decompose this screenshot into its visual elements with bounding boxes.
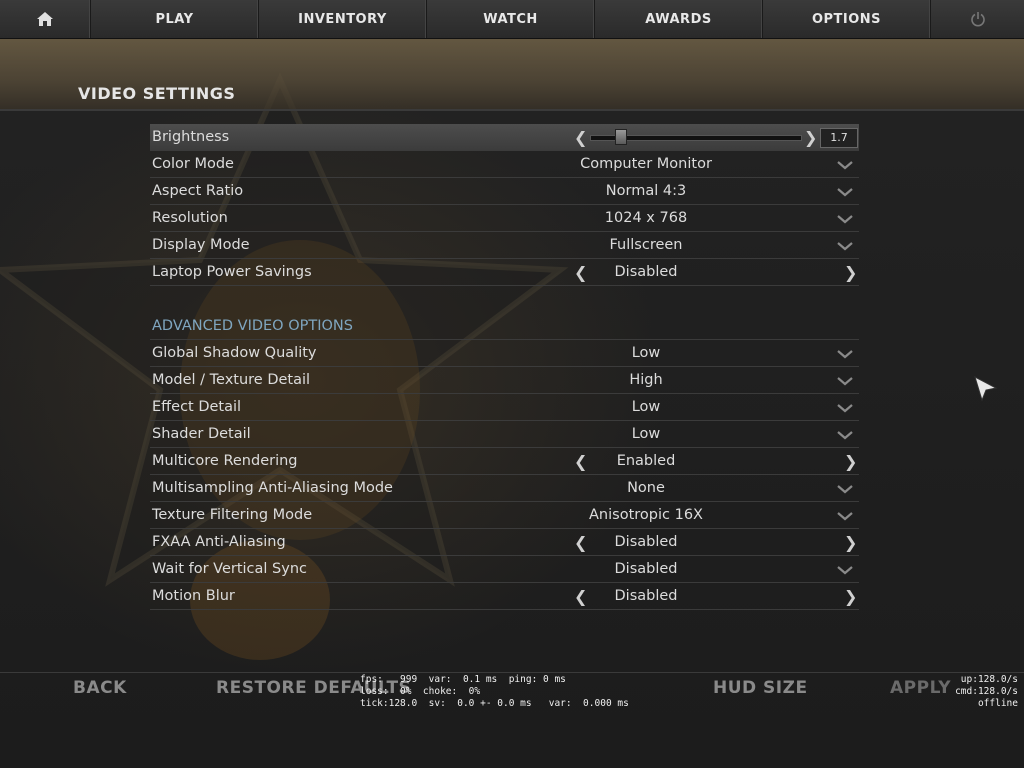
setting-row-brightness[interactable]: Brightness ❮ ❯ 1.7	[150, 124, 859, 151]
setting-row[interactable]: Laptop Power Savings Disabled ❮ ❯	[150, 259, 859, 286]
apply-button[interactable]: APPLY	[890, 678, 951, 698]
power-icon	[970, 12, 985, 27]
setting-value[interactable]: Fullscreen	[500, 237, 792, 253]
setting-label: Motion Blur	[152, 588, 235, 604]
chevron-right-icon[interactable]: ❯	[804, 128, 817, 147]
setting-value[interactable]: 1024 x 768	[500, 210, 792, 226]
setting-row[interactable]: Texture Filtering Mode Anisotropic 16X	[150, 502, 859, 529]
chevron-left-icon[interactable]: ❮	[574, 128, 587, 147]
setting-row[interactable]: Multicore Rendering Enabled ❮ ❯	[150, 448, 859, 475]
setting-value[interactable]: Low	[500, 399, 792, 415]
setting-label: Multisampling Anti-Aliasing Mode	[152, 480, 393, 496]
setting-row[interactable]: Wait for Vertical Sync Disabled	[150, 556, 859, 583]
setting-row[interactable]: Resolution 1024 x 768	[150, 205, 859, 232]
chevron-right-icon[interactable]: ❯	[844, 533, 857, 552]
chevron-down-icon[interactable]	[836, 213, 854, 225]
setting-row[interactable]: Model / Texture Detail High	[150, 367, 859, 394]
setting-label: Display Mode	[152, 237, 250, 253]
setting-value[interactable]: Anisotropic 16X	[500, 507, 792, 523]
setting-label: Brightness	[152, 129, 230, 145]
chevron-left-icon[interactable]: ❮	[574, 533, 587, 552]
chevron-down-icon[interactable]	[836, 483, 854, 495]
setting-row[interactable]: Display Mode Fullscreen	[150, 232, 859, 259]
setting-row[interactable]: Color Mode Computer Monitor	[150, 151, 859, 178]
mouse-cursor-icon	[974, 376, 998, 402]
chevron-down-icon[interactable]	[836, 240, 854, 252]
page-title: VIDEO SETTINGS	[78, 84, 236, 103]
nav-inventory[interactable]: INVENTORY	[259, 0, 427, 38]
setting-label: Global Shadow Quality	[152, 345, 317, 361]
setting-value[interactable]: None	[500, 480, 792, 496]
setting-label: Aspect Ratio	[152, 183, 244, 199]
nav-watch[interactable]: WATCH	[427, 0, 595, 38]
setting-label: Shader Detail	[152, 426, 251, 442]
setting-label: Resolution	[152, 210, 228, 226]
chevron-right-icon[interactable]: ❯	[844, 263, 857, 282]
setting-label: Model / Texture Detail	[152, 372, 311, 388]
netgraph-line-3: tick:128.0 sv: 0.0 +- 0.0 ms var: 0.000 …	[360, 698, 629, 709]
netgraph-cmd-rate: cmd:128.0/s	[955, 686, 1018, 697]
chevron-down-icon[interactable]	[836, 402, 854, 414]
netgraph-line-2: loss: 0% choke: 0%	[360, 686, 481, 697]
nav-options[interactable]: OPTIONS	[763, 0, 931, 38]
netgraph-up-rate: up:128.0/s	[960, 674, 1018, 685]
video-settings-screen: PLAY INVENTORY WATCH AWARDS OPTIONS VIDE…	[0, 0, 1024, 768]
chevron-down-icon[interactable]	[836, 510, 854, 522]
netgraph-status: offline	[977, 698, 1018, 709]
setting-value[interactable]: Low	[500, 426, 792, 442]
setting-value[interactable]: Computer Monitor	[500, 156, 792, 172]
chevron-down-icon[interactable]	[836, 348, 854, 360]
setting-row[interactable]: FXAA Anti-Aliasing Disabled ❮ ❯	[150, 529, 859, 556]
setting-label: Texture Filtering Mode	[152, 507, 313, 523]
chevron-down-icon[interactable]	[836, 564, 854, 576]
chevron-left-icon[interactable]: ❮	[574, 452, 587, 471]
setting-label: Effect Detail	[152, 399, 242, 415]
chevron-right-icon[interactable]: ❯	[844, 587, 857, 606]
back-button[interactable]: BACK	[73, 678, 127, 698]
setting-label: Multicore Rendering	[152, 453, 298, 469]
setting-value[interactable]: Disabled	[500, 588, 792, 604]
hud-size-button[interactable]: HUD SIZE	[713, 678, 808, 698]
setting-value[interactable]: Disabled	[500, 264, 792, 280]
brightness-slider-thumb[interactable]	[615, 129, 628, 145]
brightness-value-box[interactable]: 1.7	[820, 128, 858, 148]
setting-value[interactable]: Low	[500, 345, 792, 361]
nav-power-button[interactable]	[931, 0, 1024, 38]
setting-row[interactable]: Multisampling Anti-Aliasing Mode None	[150, 475, 859, 502]
setting-row[interactable]: Effect Detail Low	[150, 394, 859, 421]
netgraph-line-1: fps: 999 var: 0.1 ms ping: 0 ms	[360, 674, 566, 685]
setting-row[interactable]: Shader Detail Low	[150, 421, 859, 448]
setting-value[interactable]: Disabled	[500, 561, 792, 577]
home-icon	[37, 12, 53, 26]
chevron-down-icon[interactable]	[836, 429, 854, 441]
setting-row[interactable]: Motion Blur Disabled ❮ ❯	[150, 583, 859, 610]
chevron-left-icon[interactable]: ❮	[574, 263, 587, 282]
setting-label: Laptop Power Savings	[152, 264, 312, 280]
setting-row[interactable]: Aspect Ratio Normal 4:3	[150, 178, 859, 205]
chevron-down-icon[interactable]	[836, 186, 854, 198]
chevron-right-icon[interactable]: ❯	[844, 452, 857, 471]
chevron-down-icon[interactable]	[836, 375, 854, 387]
setting-label: Color Mode	[152, 156, 234, 172]
top-navigation-bar: PLAY INVENTORY WATCH AWARDS OPTIONS	[0, 0, 1024, 39]
nav-home-button[interactable]	[0, 0, 91, 38]
chevron-down-icon[interactable]	[836, 159, 854, 171]
setting-value[interactable]: Enabled	[500, 453, 792, 469]
setting-value[interactable]: Normal 4:3	[500, 183, 792, 199]
section-title-advanced: ADVANCED VIDEO OPTIONS	[150, 313, 859, 340]
setting-value[interactable]: Disabled	[500, 534, 792, 550]
chevron-left-icon[interactable]: ❮	[574, 587, 587, 606]
settings-list: Brightness ❮ ❯ 1.7 Color Mode Computer Mo…	[150, 124, 859, 610]
setting-label: FXAA Anti-Aliasing	[152, 534, 286, 550]
nav-awards[interactable]: AWARDS	[595, 0, 763, 38]
nav-play[interactable]: PLAY	[91, 0, 259, 38]
setting-row[interactable]: Global Shadow Quality Low	[150, 340, 859, 367]
setting-label: Wait for Vertical Sync	[152, 561, 307, 577]
setting-value[interactable]: High	[500, 372, 792, 388]
